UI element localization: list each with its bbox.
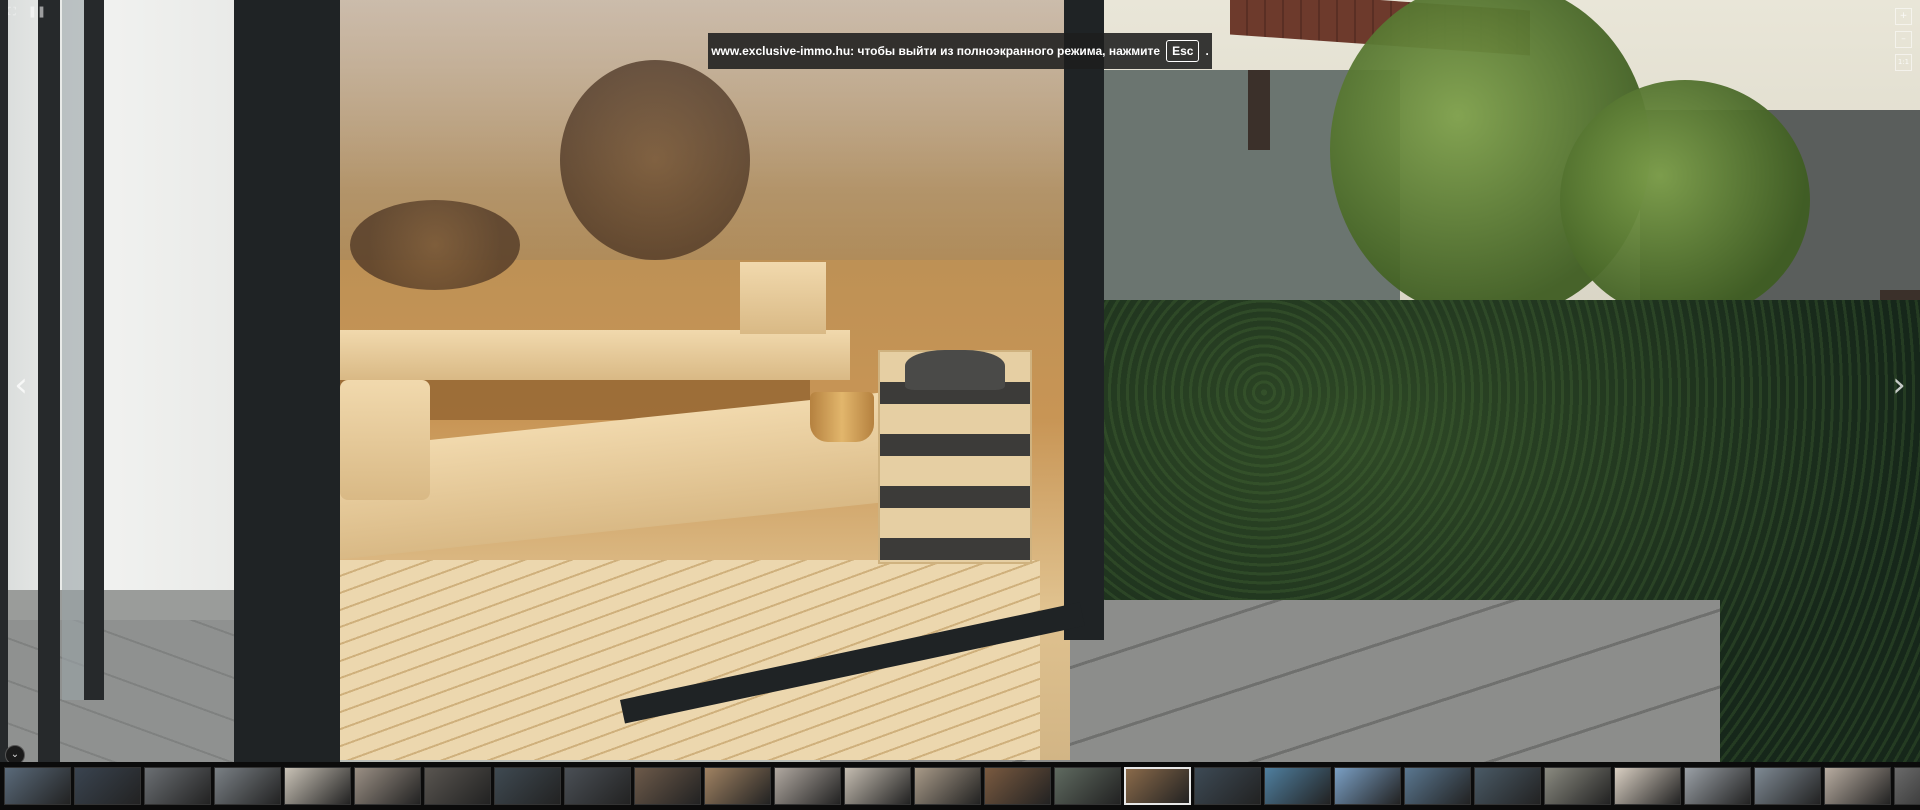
panorama-viewport[interactable] bbox=[0, 0, 1920, 762]
thumbnail[interactable] bbox=[1124, 767, 1191, 805]
door-frame bbox=[38, 0, 60, 762]
tree-reflection bbox=[560, 60, 750, 260]
thumbnail[interactable] bbox=[1614, 767, 1681, 805]
birch-tree bbox=[1560, 80, 1810, 320]
fullscreen-notice-suffix: . bbox=[1205, 44, 1209, 58]
thumbnail[interactable] bbox=[354, 767, 421, 805]
sauna-bucket bbox=[810, 392, 874, 442]
fullscreen-notice-text: www.exclusive-immo.hu: чтобы выйти из по… bbox=[711, 44, 1161, 58]
thumbnail[interactable] bbox=[1684, 767, 1751, 805]
upper-bench bbox=[340, 330, 850, 380]
thumbnail[interactable] bbox=[774, 767, 841, 805]
thumbnail[interactable] bbox=[1474, 767, 1541, 805]
door-frame bbox=[0, 0, 8, 762]
top-left-controls: ⛶ ❚❚ bbox=[8, 5, 46, 19]
thumbnail[interactable] bbox=[1264, 767, 1331, 805]
thumbnail[interactable] bbox=[144, 767, 211, 805]
thumbnail[interactable] bbox=[74, 767, 141, 805]
door-frame bbox=[84, 0, 104, 700]
zoom-controls: + – 1:1 bbox=[1895, 8, 1912, 71]
thumbnail[interactable] bbox=[564, 767, 631, 805]
fullscreen-exit-icon[interactable]: ⛶ bbox=[8, 5, 16, 19]
sauna-frame-left bbox=[234, 0, 340, 762]
esc-key-badge: Esc bbox=[1166, 40, 1200, 62]
chevron-left-icon: ‹ bbox=[14, 365, 28, 405]
thumbnail[interactable] bbox=[284, 767, 351, 805]
thumbnail[interactable] bbox=[1404, 767, 1471, 805]
tree-reflection bbox=[350, 200, 520, 290]
thumbnail[interactable] bbox=[634, 767, 701, 805]
house-window bbox=[1248, 70, 1270, 150]
thumbnail[interactable] bbox=[1544, 767, 1611, 805]
fullscreen-notice: www.exclusive-immo.hu: чтобы выйти из по… bbox=[708, 33, 1212, 69]
next-arrow[interactable]: › bbox=[1886, 365, 1912, 405]
thumbnail[interactable] bbox=[914, 767, 981, 805]
thumbnail[interactable] bbox=[4, 767, 71, 805]
thumbnail[interactable] bbox=[1894, 767, 1920, 805]
thumbnail[interactable] bbox=[1824, 767, 1891, 805]
pause-icon[interactable]: ❚❚ bbox=[28, 5, 46, 19]
thumbnail[interactable] bbox=[424, 767, 491, 805]
thumbnail[interactable] bbox=[844, 767, 911, 805]
thumbnail[interactable] bbox=[1054, 767, 1121, 805]
previous-arrow[interactable]: ‹ bbox=[8, 365, 34, 405]
thumbnail[interactable] bbox=[1754, 767, 1821, 805]
white-wall bbox=[0, 0, 240, 640]
sauna-stones bbox=[905, 350, 1005, 390]
chevron-down-icon: ⌄ bbox=[10, 749, 20, 760]
thumbnail[interactable] bbox=[984, 767, 1051, 805]
sauna-floor bbox=[340, 560, 1040, 760]
headrest bbox=[340, 380, 430, 500]
zoom-in-button[interactable]: + bbox=[1895, 8, 1912, 25]
thumbnail[interactable] bbox=[1334, 767, 1401, 805]
chevron-right-icon: › bbox=[1892, 365, 1906, 405]
thumbnail[interactable] bbox=[1194, 767, 1261, 805]
thumbnail[interactable] bbox=[704, 767, 771, 805]
zoom-out-button[interactable]: – bbox=[1895, 31, 1912, 48]
thumbnail-strip bbox=[0, 762, 1920, 810]
sauna-frame-right bbox=[1064, 0, 1104, 640]
actual-size-button[interactable]: 1:1 bbox=[1895, 54, 1912, 71]
thumbnail[interactable] bbox=[494, 767, 561, 805]
thumbnail[interactable] bbox=[214, 767, 281, 805]
headrest bbox=[740, 262, 826, 334]
